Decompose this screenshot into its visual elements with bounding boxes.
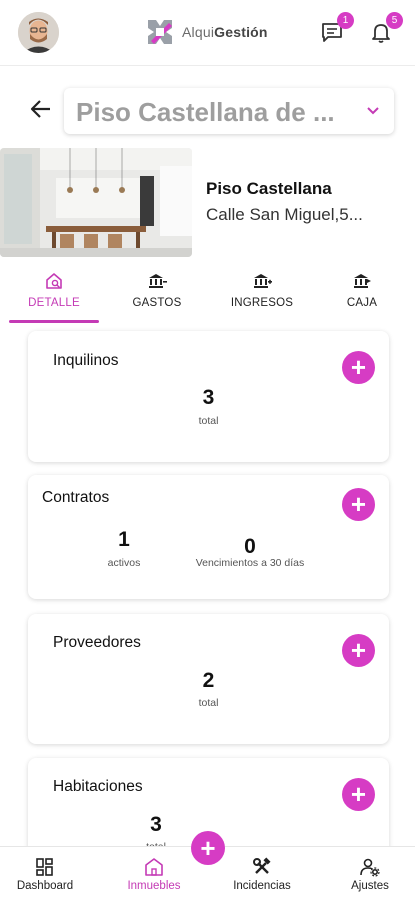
dashboard-icon [36, 858, 53, 876]
logo-icon [148, 20, 172, 44]
tab-label: INGRESOS [230, 297, 294, 309]
property-selector-value: Piso Castellana de ... [76, 97, 335, 127]
app-header: AlquiGestión 1 5 [0, 0, 415, 66]
home-search-icon [46, 273, 62, 289]
property-selector[interactable]: Piso Castellana de ... [64, 88, 394, 134]
logo-text: AlquiGestión [182, 24, 268, 40]
nav-label: Inmuebles [127, 880, 181, 892]
expiring-contracts-label: Vencimientos a 30 días [195, 557, 305, 569]
notifications-badge: 5 [386, 12, 403, 29]
nav-label: Incidencias [233, 880, 291, 892]
nav-dashboard[interactable]: Dashboard [10, 847, 80, 900]
stat-label: total [198, 697, 219, 709]
property-tabs: DETALLE GASTOS INGRESOS CAJA [0, 268, 415, 324]
property-photo [0, 148, 192, 257]
active-tab-indicator [9, 320, 99, 323]
tab-label: DETALLE [28, 297, 80, 309]
nav-label: Ajustes [351, 880, 389, 892]
messages-badge: 1 [337, 12, 354, 29]
stat-label: total [198, 415, 219, 427]
add-habitacion-button[interactable]: + [342, 778, 375, 811]
nav-inmuebles[interactable]: Inmuebles [118, 847, 190, 900]
tab-label: CAJA [346, 297, 378, 309]
tab-gastos[interactable]: GASTOS [115, 268, 199, 324]
property-name: Piso Castellana [206, 179, 332, 198]
active-contracts-label: activos [107, 557, 141, 569]
notifications-button[interactable]: 5 [369, 12, 403, 44]
plus-icon: + [350, 352, 367, 382]
card-inquilinos[interactable]: Inquilinos + 3 total [28, 331, 389, 462]
building-icon [145, 858, 163, 876]
arrow-left-icon [30, 100, 50, 118]
add-proveedor-button[interactable]: + [342, 634, 375, 667]
expiring-contracts-value: 0 [244, 535, 256, 558]
plus-icon: + [350, 489, 367, 519]
card-title: Habitaciones [53, 778, 143, 795]
app-logo: AlquiGestión [144, 16, 268, 48]
user-settings-icon [360, 858, 380, 877]
plus-icon: + [200, 833, 216, 863]
nav-label: Dashboard [16, 880, 74, 892]
tab-ingresos[interactable]: INGRESOS [222, 268, 302, 324]
card-contratos[interactable]: Contratos + 1 activos 0 Vencimientos a 3… [28, 475, 389, 599]
stat-value: 3 [150, 813, 162, 836]
add-contrato-button[interactable]: + [342, 488, 375, 521]
active-contracts-value: 1 [118, 528, 130, 551]
nav-incidencias[interactable]: Incidencias [226, 847, 298, 900]
avatar[interactable] [18, 12, 59, 53]
stat-value: 2 [202, 669, 215, 692]
bank-minus-icon [149, 274, 167, 288]
back-button[interactable] [28, 96, 54, 122]
plus-icon: + [350, 779, 367, 809]
property-address: Calle San Miguel,5... [206, 205, 363, 224]
messages-button[interactable]: 1 [320, 12, 354, 44]
tab-label: GASTOS [132, 297, 182, 309]
card-title: Inquilinos [53, 352, 119, 369]
bank-transfer-icon [354, 274, 371, 288]
card-title: Contratos [42, 489, 110, 506]
chevron-down-icon [367, 107, 379, 115]
tab-detalle[interactable]: DETALLE [9, 268, 99, 324]
plus-icon: + [350, 635, 367, 665]
floating-add-button[interactable]: + [191, 831, 225, 865]
tools-icon [253, 857, 271, 874]
nav-ajustes[interactable]: Ajustes [340, 847, 400, 900]
tab-caja[interactable]: CAJA [330, 268, 394, 324]
card-proveedores[interactable]: Proveedores + 2 total [28, 614, 389, 744]
card-title: Proveedores [53, 634, 141, 651]
stat-value: 3 [202, 386, 215, 409]
bank-plus-icon [254, 274, 272, 288]
add-inquilino-button[interactable]: + [342, 351, 375, 384]
